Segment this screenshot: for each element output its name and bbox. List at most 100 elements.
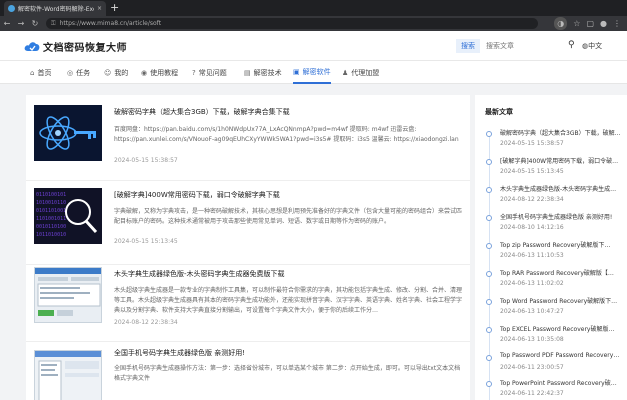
browser-tab-bar: 解密软件-Word密码解除-Excel密 × + [0,0,627,16]
list-item: 0110100101 1010010110 0101101001 1101001… [26,181,470,265]
search-icon[interactable]: ⚲ [568,40,575,50]
sidebar-article-title[interactable]: Top Word Password Recovery破解版下… [500,296,626,305]
nav-label: 使用教程 [150,68,179,77]
address-bar: ← → ↻ ⚿ https://www.mima8.cn/article/sof… [0,16,627,31]
svg-text:1101001011: 1101001011 [36,216,66,222]
article-summary: 字典破解，又称为字典攻击，是一种密码破解技术，其核心思想是利用预先准备好的字典文… [114,208,462,225]
article-summary: 百度网盘：https://pan.baidu.com/s/1h0NWdpUx77… [114,126,459,143]
svg-text:1010010110: 1010010110 [36,200,66,206]
nav-label: 解密技术 [253,68,282,77]
article-title[interactable]: 全国手机号码字典生成器绿色版 亲测好用! [114,348,245,358]
sidebar-article-title[interactable]: Top Password PDF Password Recovery… [500,352,626,359]
sidebar-article-title[interactable]: Top RAR Password Recovery破解版【… [500,268,626,277]
timeline-dot [486,131,492,137]
timeline-dot [486,381,492,387]
article-thumbnail[interactable] [34,350,102,400]
binary-lock-image: 0110100101 1010010110 0101101001 1101001… [36,192,98,238]
timeline-dot [486,327,492,333]
forward-icon[interactable]: → [14,19,28,28]
home-icon: ⌂ [30,68,35,77]
tab-title: 解密软件-Word密码解除-Excel密 [18,6,94,13]
sidebar-title: 最新文章 [485,108,513,116]
nav-item-tasks[interactable]: ◎ 任务 [67,61,90,84]
article-summary: 全国手机号码字典生成器操作方法：第一步：选择省份城市，可以单选某个城市 第二步：… [114,365,461,382]
sidebar-article-title[interactable]: Top PowerPoint Password Recovery破… [500,378,626,387]
nav-item-home[interactable]: ⌂ 首页 [30,61,51,84]
software-icon: ▣ [293,67,300,76]
sidebar-article-title[interactable]: Top zip Password Recovery破解版下… [500,240,626,249]
svg-text:0110100101: 0110100101 [36,192,66,198]
sidebar-article-date: 2024-06-11 23:00:57 [500,364,564,371]
svg-text:1011010010: 1011010010 [36,232,66,238]
article-date: 2024-05-15 15:13:45 [114,238,178,245]
main-nav: ⌂ 首页 ◎ 任务 ☺ 我的 ◉ 使用教程 ? 常见问题 ▤ 解密技术 ▣ 解密软件 ♟ 代理加… [0,61,627,84]
sidebar-article-date: 2024-06-13 11:02:02 [500,280,564,287]
sidebar-article-title[interactable]: 木头字典生成器绿色版-木头密码字典生成… [500,184,626,193]
article-thumbnail[interactable] [34,105,102,161]
nav-label: 我的 [114,68,129,77]
menu-icon[interactable]: ⋮ [613,17,621,30]
new-tab-button[interactable]: + [110,1,119,15]
svg-text:0101101001: 0101101001 [36,208,66,214]
search-tab[interactable]: 搜索 [456,39,480,53]
task-icon: ◎ [67,68,74,77]
sidebar-article-date: 2024-08-10 14:12:16 [500,224,564,231]
timeline-dot [486,159,492,165]
nav-item-mine[interactable]: ☺ 我的 [104,61,128,84]
bookmark-star-icon[interactable]: ☆ [573,17,580,30]
nav-item-faq[interactable]: ? 常见问题 [192,61,227,84]
user-icon: ☺ [104,68,112,77]
article-title[interactable]: 木头字典生成器绿色版-木头密码字典生成器免费版下载 [114,269,285,279]
nav-item-software[interactable]: ▣ 解密软件 [293,61,331,84]
close-tab-icon[interactable]: × [97,5,102,12]
sidebar-article-title[interactable]: 破解密码字典（超大集合3GB）下载，破解… [500,128,626,137]
sidebar-article-date: 2024-06-11 22:42:37 [500,390,564,397]
browser-tab[interactable]: 解密软件-Word密码解除-Excel密 × [4,1,106,16]
sidebar-article-date: 2024-05-15 15:13:45 [500,168,564,175]
article-title[interactable]: [破解字典]400W常用密码下载，弱口令破解字典下载 [114,190,280,200]
faq-icon: ? [192,68,196,77]
nav-item-agent[interactable]: ♟ 代理加盟 [342,61,379,84]
eye-off-icon[interactable]: ◑ [554,17,568,30]
sidebar-article-date: 2024-06-13 11:10:53 [500,252,564,259]
nav-label: 代理加盟 [351,68,380,77]
back-icon[interactable]: ← [0,19,14,28]
list-item: 木头字典生成器绿色版-木头密码字典生成器免费版下载 木头超级字典生成器是一款专业… [26,265,470,342]
timeline-dot [486,215,492,221]
sidebar-article-title[interactable]: Top EXCEL Password Recovery破解版… [500,324,626,333]
nav-label: 常见问题 [198,68,227,77]
timeline-dot [486,243,492,249]
favicon-icon [8,5,15,12]
browser-controls: ◑ ☆ ▢ ● ⋮ [554,17,621,30]
site-header: 文档密码恢复大师 搜索 ⚲ ◍中文 [0,31,627,61]
article-date: 2024-08-12 22:38:34 [114,319,178,326]
tech-icon: ▤ [244,68,251,77]
nav-item-tech[interactable]: ▤ 解密技术 [244,61,282,84]
article-title[interactable]: 破解密码字典（超大集合3GB）下载，破解字典合集下载 [114,107,290,117]
search-input[interactable] [480,39,562,53]
extension-icon[interactable]: ▢ [586,17,594,30]
nav-label: 任务 [76,68,91,77]
article-thumbnail[interactable]: 0110100101 1010010110 0101101001 1101001… [34,188,102,244]
site-logo[interactable]: 文档密码恢复大师 [24,39,127,54]
list-item: 全国手机号码字典生成器绿色版 亲测好用! 全国手机号码字典生成器操作方法：第一步… [26,342,470,400]
timeline-dot [486,299,492,305]
agent-icon: ♟ [342,68,349,77]
sidebar-article-title[interactable]: [破解字典]400W常用密码下载，弱口令破… [500,156,626,165]
reload-icon[interactable]: ↻ [28,19,42,28]
timeline-dot [486,187,492,193]
nav-item-tutorial[interactable]: ◉ 使用教程 [141,61,178,84]
language-switch[interactable]: ◍中文 [582,41,602,51]
lock-icon: ⚿ [51,19,56,27]
sidebar-article-title[interactable]: 全国手机号码字典生成器绿色版 亲测好用! [500,212,626,221]
phone-generator-image [35,351,101,400]
url-text: https://www.mima8.cn/article/soft [59,20,162,27]
url-field[interactable]: ⚿ https://www.mima8.cn/article/soft [46,18,538,29]
atom-key-image [39,116,96,150]
nav-label: 首页 [37,68,52,77]
profile-icon[interactable]: ● [600,17,607,30]
timeline-dot [486,271,492,277]
nav-label: 解密软件 [302,67,331,76]
language-label: 中文 [588,42,603,50]
article-thumbnail[interactable] [34,267,102,323]
